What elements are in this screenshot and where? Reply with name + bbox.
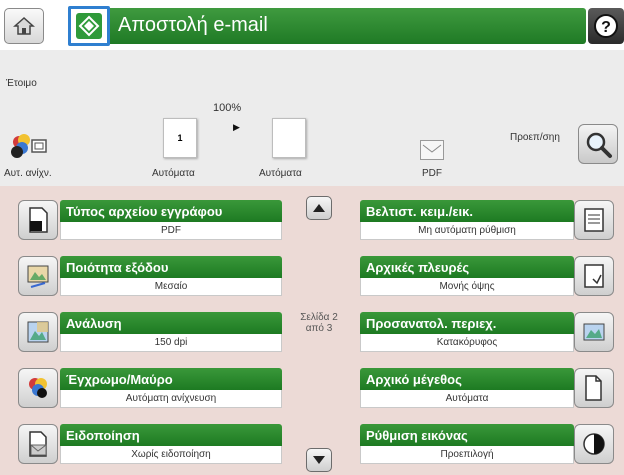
pdf-label: PDF xyxy=(422,168,442,179)
app-icon-frame xyxy=(68,6,110,46)
option-title: Ρύθμιση εικόνας xyxy=(360,424,574,446)
option-title: Αρχικές πλευρές xyxy=(360,256,574,278)
optimize-text-picture-icon xyxy=(574,200,614,240)
option-image-adjustment[interactable]: Ρύθμιση εικόνας Προεπιλογή xyxy=(0,420,624,466)
option-value: Αυτόματα xyxy=(360,390,574,408)
original-sides-icon xyxy=(574,256,614,296)
page-thumbnail-2[interactable] xyxy=(272,118,306,158)
option-title: Αρχικό μέγεθος xyxy=(360,368,574,390)
status-text: Έτοιμο xyxy=(6,78,37,89)
pdf-file-icon xyxy=(420,140,444,160)
home-icon xyxy=(13,16,35,35)
status-area xyxy=(0,50,624,186)
option-value: Προεπιλογή xyxy=(360,446,574,464)
color-detect-icon xyxy=(11,134,47,158)
auto-label-2: Αυτόματα xyxy=(259,168,302,179)
magnifier-icon xyxy=(586,132,612,158)
page-title: Αποστολή e-mail xyxy=(118,14,268,36)
option-optimize-text-picture[interactable]: Βελτιστ. κειμ./εικ. Μη αυτόματη ρύθμιση xyxy=(0,196,624,242)
help-icon: ? xyxy=(594,14,618,38)
header-bar: Αποστολή e-mail ? xyxy=(0,0,624,50)
auto-label-1: Αυτόματα xyxy=(152,168,195,179)
thumbnail-page-number: 1 xyxy=(177,133,183,143)
image-adjustment-icon xyxy=(574,424,614,464)
auto-detect-label: Αυτ. ανίχν. xyxy=(4,168,52,179)
option-value: Κατακόρυφος xyxy=(360,334,574,352)
original-size-icon xyxy=(574,368,614,408)
preview-label: Προεπ/σηη xyxy=(510,132,560,143)
option-title: Βελτιστ. κειμ./εικ. xyxy=(360,200,574,222)
option-title: Προσανατολ. περιεχ. xyxy=(360,312,574,334)
option-original-sides[interactable]: Αρχικές πλευρές Μονής όψης xyxy=(0,252,624,298)
email-app-icon xyxy=(76,13,102,39)
option-original-size[interactable]: Αρχικό μέγεθος Αυτόματα xyxy=(0,364,624,410)
option-content-orientation[interactable]: Προσανατολ. περιεχ. Κατακόρυφος xyxy=(0,308,624,354)
content-orientation-icon xyxy=(574,312,614,352)
zoom-level: 100% xyxy=(213,102,242,114)
preview-button[interactable] xyxy=(578,124,618,164)
svg-text:?: ? xyxy=(601,19,611,36)
home-button[interactable] xyxy=(4,8,44,44)
option-value: Μονής όψης xyxy=(360,278,574,296)
help-button[interactable]: ? xyxy=(588,8,624,44)
next-arrow-icon: ▶ xyxy=(233,122,240,132)
option-value: Μη αυτόματη ρύθμιση xyxy=(360,222,574,240)
page-thumbnail-1[interactable]: 1 xyxy=(163,118,197,158)
